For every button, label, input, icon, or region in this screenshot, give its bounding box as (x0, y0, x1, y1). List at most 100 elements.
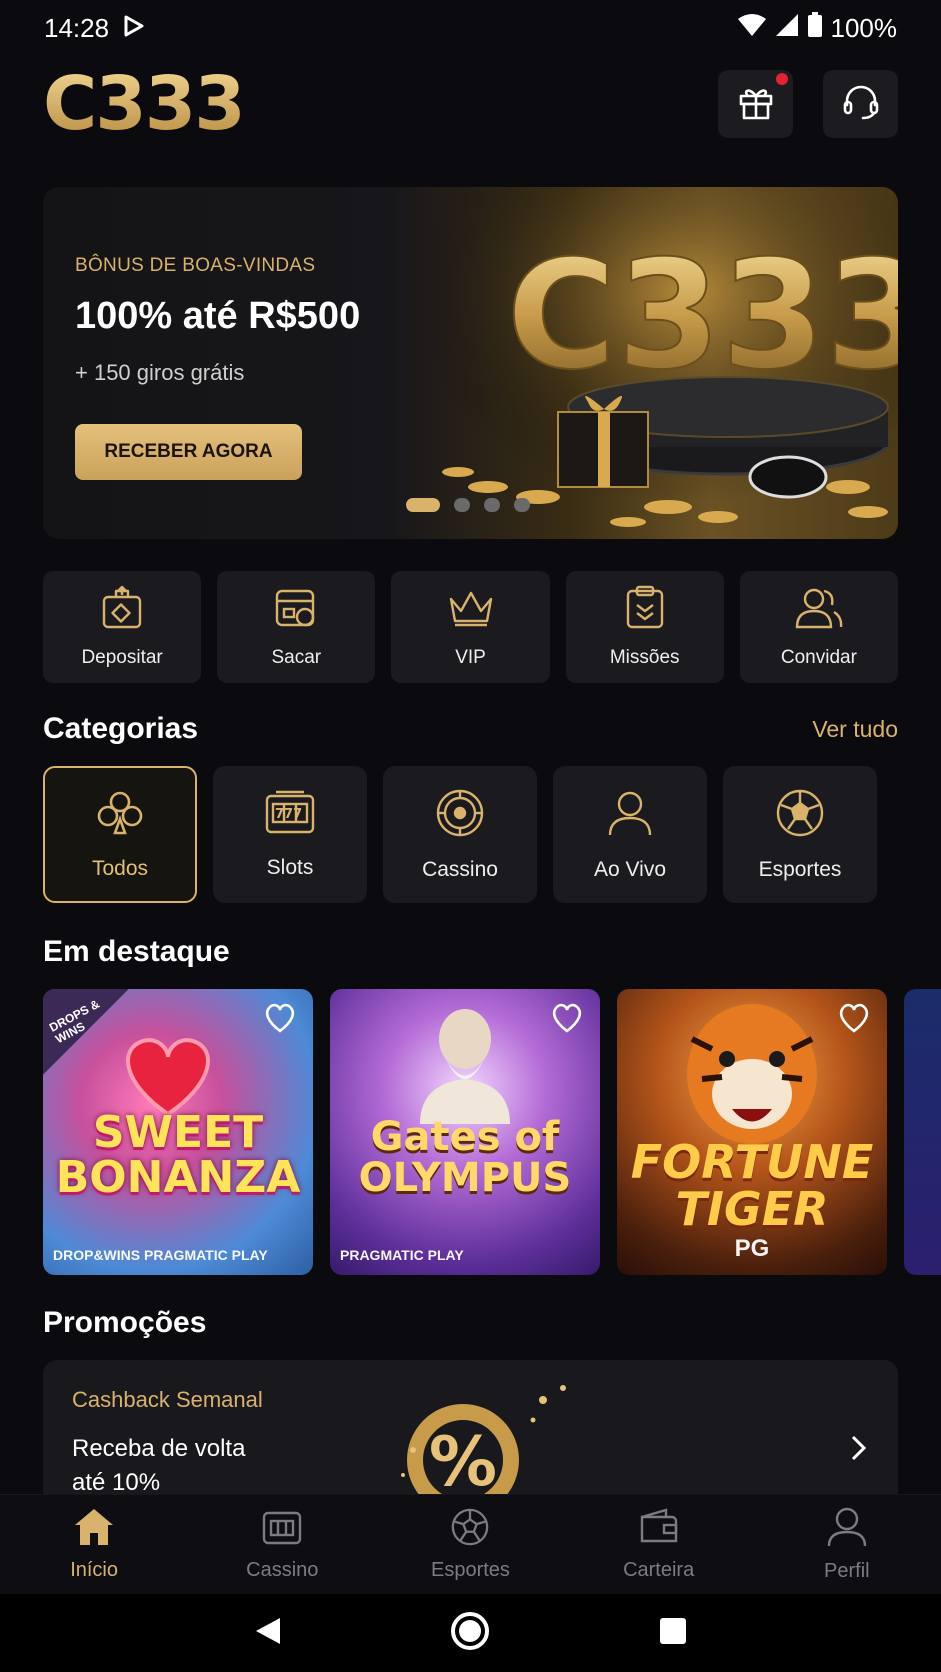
section-title: Categorias (43, 712, 199, 745)
home-circle-icon[interactable] (450, 1611, 490, 1656)
featured-games: DROPS & WINS SWEET BONANZA DROP&WINS PRA… (43, 989, 941, 1275)
nav-label: Perfil (824, 1560, 870, 1582)
section-title: Promoções (43, 1306, 207, 1339)
nav-sports[interactable]: Esportes (395, 1507, 545, 1582)
game-title: Gates of OLYMPUS (358, 1114, 572, 1201)
svg-text:%: % (429, 1423, 497, 1494)
quick-action-label: Sacar (271, 647, 322, 668)
game-card-gates-of-olympus[interactable]: Gates of OLYMPUS PRAGMATIC PLAY (330, 989, 600, 1275)
category-sports[interactable]: Esportes (723, 766, 877, 903)
carousel-indicator (406, 498, 530, 512)
app-header: C333 (43, 66, 898, 142)
game-title: FORTUNE TIGER (630, 1135, 874, 1236)
carousel-dot[interactable] (484, 498, 500, 512)
carousel-dot[interactable] (454, 498, 470, 512)
slot-machine-icon: 777 (264, 790, 316, 842)
profile-icon (826, 1506, 868, 1554)
carousel-dot[interactable] (514, 498, 530, 512)
headset-icon (841, 83, 881, 126)
favorite-heart-icon[interactable] (263, 1003, 297, 1038)
deposit-button[interactable]: Depositar (43, 571, 202, 683)
game-provider: PG (734, 1235, 770, 1262)
notification-dot (776, 73, 788, 85)
game-provider: DROP&WINS PRAGMATIC PLAY (53, 1247, 268, 1263)
invite-button[interactable]: Convidar (739, 571, 899, 683)
soccer-ball-icon (775, 788, 825, 844)
bottom-navigation: Início Cassino Esportes Carteira Perfil (0, 1494, 941, 1594)
game-card-sweet-bonanza[interactable]: DROPS & WINS SWEET BONANZA DROP&WINS PRA… (43, 989, 313, 1275)
quick-action-label: Depositar (81, 647, 163, 668)
cashback-promo-card[interactable]: % Cashback Semanal Receba de volta até 1… (43, 1360, 898, 1494)
promotions-header: Promoções (43, 1306, 898, 1340)
nav-profile[interactable]: Perfil (772, 1506, 922, 1583)
category-slots[interactable]: 777 Slots (213, 766, 367, 903)
quick-action-label: Convidar (780, 647, 857, 668)
deposit-icon (99, 585, 145, 637)
banner-artwork: C333 (428, 187, 898, 539)
recents-icon[interactable] (659, 1617, 687, 1650)
brand-logo[interactable]: C333 (43, 67, 246, 141)
category-all[interactable]: Todos (43, 766, 197, 903)
nav-label: Carteira (623, 1559, 695, 1581)
nav-label: Cassino (246, 1559, 319, 1581)
play-store-icon (123, 13, 145, 44)
claim-bonus-button[interactable]: RECEBER AGORA (75, 424, 302, 480)
nav-casino[interactable]: Cassino (207, 1507, 357, 1582)
banner-title: 100% até R$500 (75, 295, 361, 337)
missions-button[interactable]: Missões (565, 571, 724, 683)
nav-label: Esportes (431, 1559, 510, 1581)
back-icon[interactable] (254, 1616, 282, 1651)
status-bar: 14:28 100% (0, 0, 941, 56)
see-all-link[interactable]: Ver tudo (812, 716, 898, 743)
svg-text:777: 777 (275, 807, 302, 822)
game-card-fortune-tiger[interactable]: FORTUNE TIGER PG (617, 989, 887, 1275)
welcome-bonus-banner[interactable]: C333 BÔNUS DE BOAS-VINDAS 100% até R$500… (43, 187, 898, 539)
promo-title: Receba de volta até 10% (72, 1435, 246, 1494)
game-provider: PRAGMATIC PLAY (340, 1247, 464, 1263)
promo-eyebrow: Cashback Semanal (72, 1387, 263, 1412)
home-icon (73, 1507, 115, 1553)
category-label: Ao Vivo (594, 857, 666, 881)
category-label: Todos (91, 856, 149, 880)
category-label: Cassino (422, 857, 498, 881)
game-title: SWEET BONANZA (55, 1107, 301, 1203)
roulette-icon (435, 788, 485, 844)
nav-wallet[interactable]: Carteira (584, 1507, 734, 1582)
casino-icon (261, 1507, 303, 1553)
wallet-icon (638, 1507, 680, 1553)
nav-home[interactable]: Início (19, 1507, 169, 1582)
quick-action-label: VIP (455, 647, 486, 668)
category-casino[interactable]: Cassino (383, 766, 537, 903)
categories-header: Categorias Ver tudo (43, 712, 898, 746)
banner-subtitle: + 150 giros grátis (75, 360, 245, 385)
club-icon (95, 789, 145, 843)
soccer-ball-icon (449, 1507, 491, 1553)
clipboard-icon (623, 585, 667, 637)
featured-header: Em destaque (43, 935, 898, 969)
category-list: Todos 777 Slots Cassino Ao Vivo Esportes (43, 766, 877, 903)
vip-button[interactable]: VIP (391, 571, 550, 683)
category-live[interactable]: Ao Vivo (553, 766, 707, 903)
banner-eyebrow: BÔNUS DE BOAS-VINDAS (75, 255, 316, 276)
system-navigation-bar (0, 1594, 941, 1672)
support-button[interactable] (823, 70, 898, 138)
chevron-right-icon[interactable] (850, 1434, 868, 1467)
favorite-heart-icon[interactable] (837, 1003, 871, 1038)
gift-button[interactable] (718, 70, 793, 138)
nav-label: Início (70, 1559, 118, 1581)
users-icon (794, 585, 844, 637)
category-label: Esportes (758, 857, 842, 881)
crown-icon (447, 585, 495, 637)
carousel-dot[interactable] (406, 498, 440, 512)
status-time: 14:28 (44, 12, 110, 43)
battery-level: 100% (830, 12, 898, 43)
favorite-heart-icon[interactable] (550, 1003, 584, 1038)
category-label: Slots (266, 855, 314, 879)
svg-text:C333: C333 (506, 229, 898, 403)
game-card-partial[interactable] (904, 989, 941, 1275)
quick-actions: Depositar Sacar VIP Missões Convidar (43, 571, 899, 683)
quick-action-label: Missões (609, 647, 680, 668)
battery-icon (807, 11, 823, 45)
gift-icon (737, 83, 775, 126)
withdraw-button[interactable]: Sacar (217, 571, 376, 683)
